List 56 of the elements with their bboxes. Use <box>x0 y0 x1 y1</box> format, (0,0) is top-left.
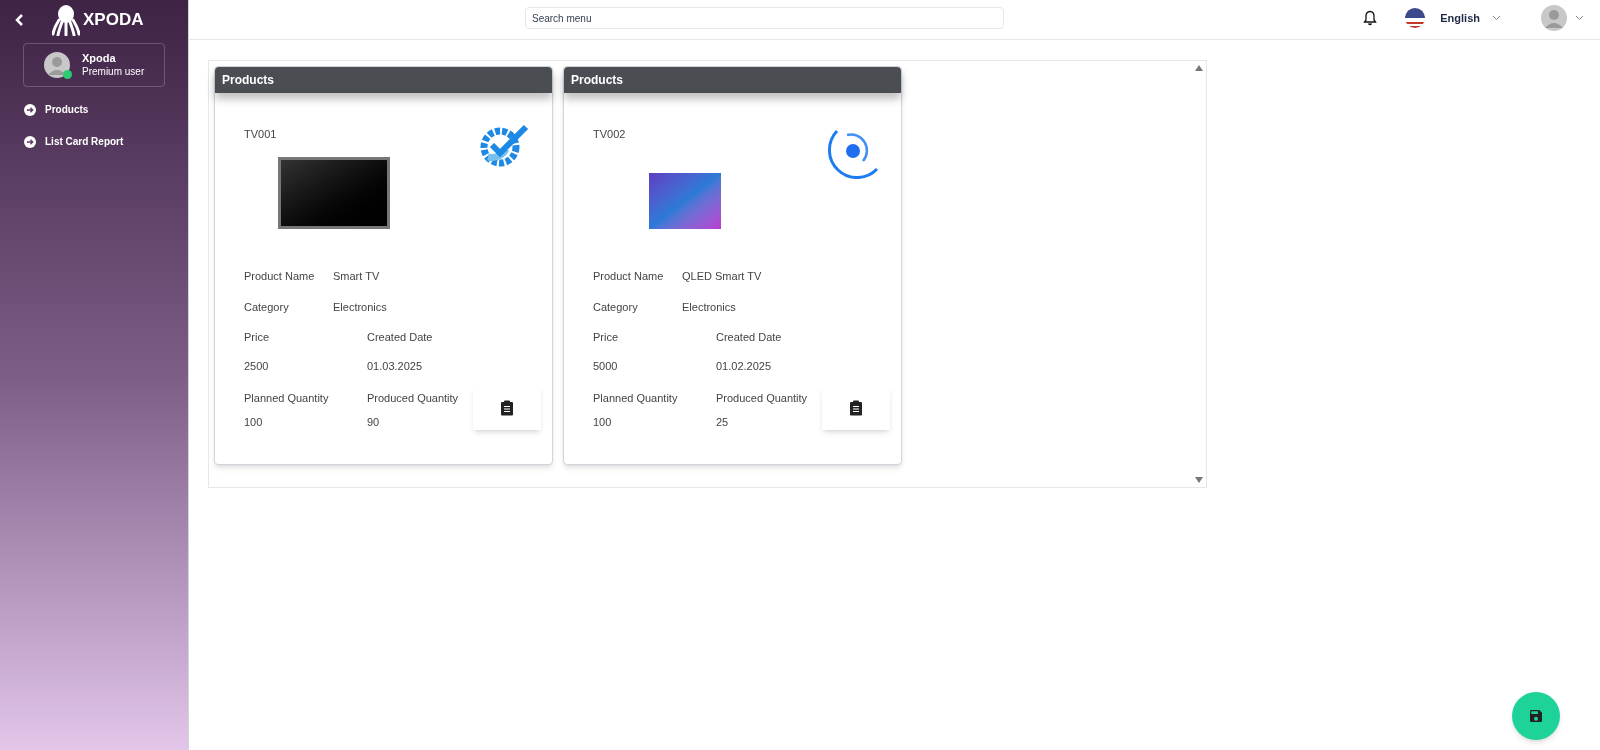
brand-name: XPODA <box>83 9 144 32</box>
field-value: 90 <box>367 415 380 430</box>
field-label: Planned Quantity <box>593 390 678 406</box>
field-label: Product Name <box>593 268 664 284</box>
field-value: 2500 <box>244 359 269 374</box>
field-value: Smart TV <box>333 268 380 284</box>
clipboard-icon <box>849 400 863 416</box>
field-value: Electronics <box>333 300 387 315</box>
field-value: Electronics <box>682 300 736 315</box>
language-dropdown[interactable]: English <box>1440 9 1501 27</box>
field-value: 100 <box>593 415 612 430</box>
check-progress-icon <box>480 123 530 167</box>
card-title: Products <box>222 72 274 89</box>
arrow-circle-icon <box>24 103 36 116</box>
avatar-icon <box>1541 5 1567 31</box>
us-flag-icon[interactable] <box>1405 8 1426 28</box>
field-value: 100 <box>244 415 263 430</box>
field-value: 01.03.2025 <box>367 359 423 374</box>
field-label: Planned Quantity <box>244 390 329 406</box>
avatar-icon <box>44 52 70 78</box>
field-label: Category <box>244 300 289 315</box>
field-label: Price <box>244 329 270 345</box>
arrow-circle-icon <box>24 135 36 148</box>
save-icon <box>1528 708 1544 724</box>
chevron-down-icon <box>1575 15 1584 21</box>
field-value: QLED Smart TV <box>682 268 762 284</box>
field-label: Created Date <box>367 329 433 345</box>
field-label: Product Name <box>244 268 315 284</box>
field-label: Category <box>593 300 638 315</box>
user-name: Xpoda <box>82 51 117 66</box>
product-photo-placeholder <box>649 172 721 229</box>
user-role: Premium user <box>82 65 145 79</box>
field-label: Produced Quantity <box>367 390 459 406</box>
field-value: 25 <box>716 415 729 430</box>
product-code: TV001 <box>244 127 277 142</box>
scroll-up-icon[interactable] <box>1194 64 1204 72</box>
field-value: 5000 <box>593 359 618 374</box>
chevron-down-icon <box>1492 15 1501 21</box>
back-icon[interactable] <box>14 13 24 27</box>
search-field[interactable]: Search menu <box>525 7 1004 29</box>
product-code: TV002 <box>593 127 626 142</box>
report-button[interactable] <box>822 386 890 430</box>
field-label: Price <box>593 329 619 345</box>
notification-bell-icon[interactable] <box>1363 10 1378 26</box>
sidebar-item[interactable]: Products <box>24 102 188 117</box>
user-menu[interactable] <box>1541 5 1584 31</box>
scroll-down-icon[interactable] <box>1194 476 1204 484</box>
octopus-logo-icon <box>52 4 80 36</box>
card-title: Products <box>571 72 623 89</box>
save-button[interactable] <box>1512 692 1560 740</box>
field-value: 01.02.2025 <box>716 359 772 374</box>
sidebar-item[interactable]: List Card Report <box>24 134 188 149</box>
field-label: Created Date <box>716 329 782 345</box>
clipboard-icon <box>500 400 514 416</box>
report-button[interactable] <box>473 386 541 430</box>
field-label: Produced Quantity <box>716 390 808 406</box>
